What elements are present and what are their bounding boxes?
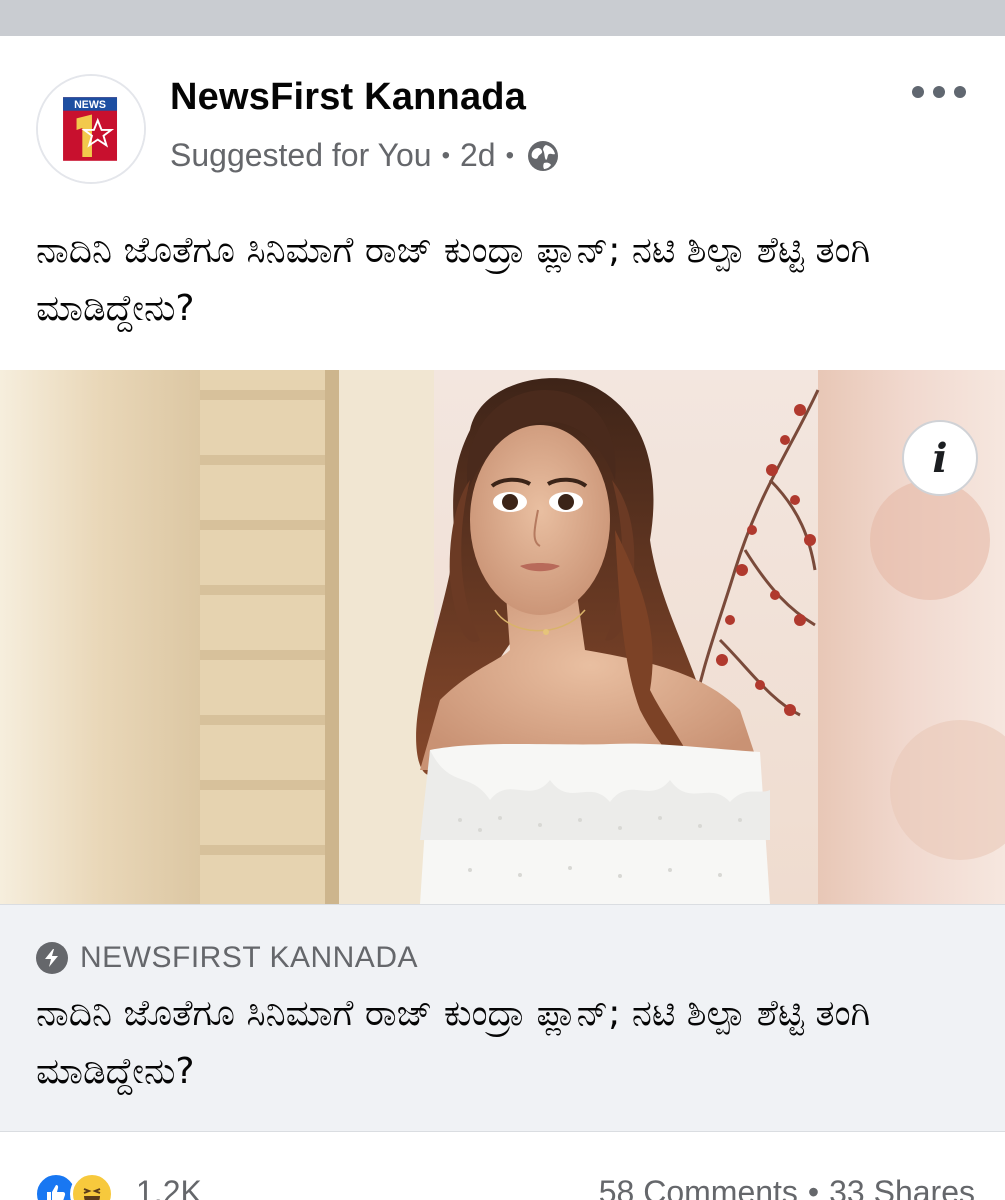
reaction-count[interactable]: 1.2K [136,1174,202,1200]
page-name[interactable]: NewsFirst Kannada [170,76,526,119]
dot-icon [933,86,945,98]
dot-icon [954,86,966,98]
reaction-icons[interactable] [34,1172,114,1200]
post-meta: Suggested for You • 2d • [170,137,560,174]
post-image[interactable] [0,370,1005,904]
haha-icon [70,1172,114,1200]
page-avatar[interactable]: NEWS [36,74,146,184]
post-time[interactable]: 2d [460,137,496,174]
more-options-button[interactable] [912,74,966,110]
feed-separator [0,0,1005,36]
comments-count[interactable]: 58 Comments [599,1174,798,1200]
post-text: ನಾದಿನಿ ಜೊತೆಗೂ ಸಿನಿಮಾಗೆ ರಾಜ್ ಕುಂದ್ರಾ ಪ್ಲಾ… [36,230,871,329]
logo-news-text: NEWS [74,99,106,111]
globe-icon [526,139,560,173]
suggested-label: Suggested for You [170,137,432,173]
link-title[interactable]: ನಾದಿನಿ ಜೊತೆಗೂ ಸಿನಿಮಾಗೆ ರಾಜ್ ಕುಂದ್ರಾ ಪ್ಲಾ… [36,985,976,1101]
shares-count[interactable]: 33 Shares [829,1174,975,1200]
engagement-stats: 58 Comments • 33 Shares [599,1174,975,1200]
post-card: NEWS NewsFirst Kannada Suggested for You… [0,36,1005,1200]
link-source-row: NEWSFIRST KANNADA [36,941,418,975]
newsfirst-logo: NEWS [38,76,144,182]
meta-separator: • [505,141,514,169]
stats-separator: • [807,1174,820,1200]
meta-separator: • [441,141,450,169]
reaction-bar: 1.2K 58 Comments • 33 Shares [0,1132,1005,1200]
dot-icon [912,86,924,98]
link-source-name: NEWSFIRST KANNADA [80,941,418,974]
info-button[interactable]: i [902,420,978,496]
link-preview[interactable]: NEWSFIRST KANNADA ನಾದಿನಿ ಜೊತೆಗೂ ಸಿನಿಮಾಗೆ… [0,904,1005,1132]
bolt-icon [36,942,68,974]
